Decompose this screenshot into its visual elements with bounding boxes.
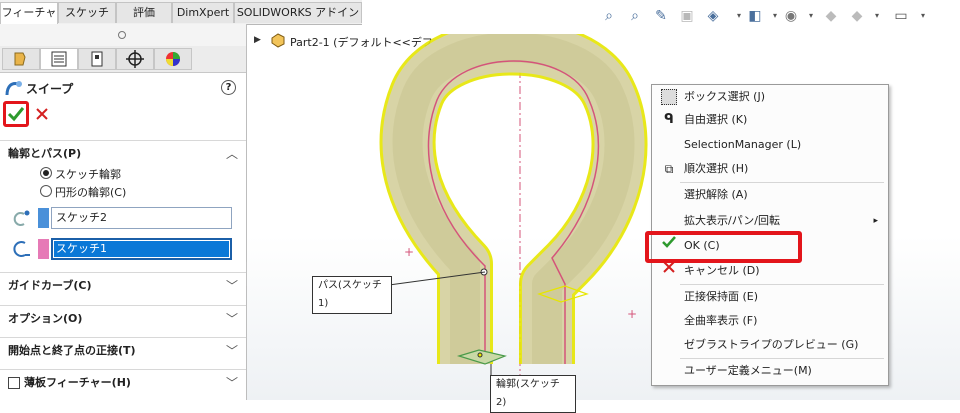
command-tabs: フィーチャー スケッチ 評価 DimXpert SOLIDWORKS アドイン <box>0 0 362 39</box>
path-selection-box[interactable]: スケッチ1 <box>51 238 232 260</box>
crosshair-icon <box>126 50 144 68</box>
color-wheel-icon <box>166 52 180 66</box>
section-title: ガイドカーブ(C) <box>8 279 92 292</box>
zoom-fit-icon[interactable]: ⌕ <box>598 6 620 26</box>
menu-separator <box>680 182 884 183</box>
section-thin-feature[interactable]: 薄板フィーチャー(H) ﹀ <box>0 369 246 395</box>
profile-callout: 輪郭(スケッチ2) <box>490 375 576 413</box>
chevron-down-icon[interactable]: ﹀ <box>226 273 238 299</box>
sweep-icon <box>4 78 24 98</box>
view-orientation-icon[interactable]: ◈ <box>702 6 724 26</box>
hide-show-icon[interactable]: ◉ <box>780 6 802 26</box>
section-profile-path[interactable]: 輪郭とパス(P) ︿ <box>0 140 246 166</box>
chevron-down-icon[interactable]: ▾ <box>800 6 822 26</box>
menu-item-zebra-preview[interactable]: ゼブラストライプのプレビュー (G) <box>652 334 888 356</box>
menu-item-box-select[interactable]: ボックス選択 (J) <box>652 86 888 108</box>
radio-sketch-profile[interactable] <box>40 167 52 179</box>
tab-addins[interactable]: SOLIDWORKS アドイン <box>234 2 362 23</box>
path-icon <box>10 239 32 259</box>
submenu-arrow-icon: ▸ <box>873 216 878 226</box>
scene-icon[interactable]: ◆ <box>846 6 868 26</box>
x-icon <box>660 260 678 282</box>
tab-features[interactable]: フィーチャー <box>0 2 58 39</box>
path-selection-value: スケッチ1 <box>54 241 229 257</box>
menu-item-clear-selection[interactable]: 選択解除 (A) <box>652 184 888 206</box>
radio-circular-profile[interactable] <box>40 185 52 197</box>
radio-sketch-profile-label: スケッチ輪郭 <box>55 168 121 181</box>
chevron-down-icon[interactable]: ﹀ <box>226 370 238 396</box>
chevron-up-icon[interactable]: ︿ <box>226 141 238 167</box>
menu-item-tangent-faces[interactable]: 正接保持面 (E) <box>652 286 888 308</box>
tab-dimxpert[interactable]: DimXpert <box>172 2 234 23</box>
property-manager-tab[interactable] <box>40 48 78 70</box>
menu-item-curvature[interactable]: 全曲率表示 (F) <box>652 310 888 332</box>
section-view-icon[interactable]: ▣ <box>676 6 698 26</box>
menu-item-selection-manager[interactable]: SelectionManager (L) <box>652 134 888 156</box>
svg-text:+: + <box>627 307 637 321</box>
tab-evaluate[interactable]: 評価 <box>116 2 172 23</box>
chevron-down-icon[interactable]: ▾ <box>912 6 934 26</box>
menu-item-sequential-select[interactable]: ⧉ 順次選択 (H) <box>652 158 888 180</box>
feature-title: スイープ <box>26 82 74 96</box>
menu-separator <box>680 284 884 285</box>
menu-separator <box>680 358 884 359</box>
chevron-down-icon[interactable]: ﹀ <box>226 338 238 364</box>
dimxpert-manager-tab[interactable] <box>116 48 154 70</box>
cancel-button[interactable] <box>34 106 50 122</box>
grip-icon <box>118 31 126 39</box>
sequential-select-icon: ⧉ <box>664 162 674 176</box>
ok-highlight-box <box>645 231 802 263</box>
box-select-icon <box>660 86 678 108</box>
feature-tree-icon <box>14 52 26 66</box>
help-icon[interactable]: ? <box>221 80 236 95</box>
menu-item-zoom-pan-rotate[interactable]: 拡大表示/パン/回転 ▸ <box>652 210 888 232</box>
section-title: オプション(O) <box>8 312 83 325</box>
section-title: 開始点と終了点の正接(T) <box>8 344 136 357</box>
section-title: 薄板フィーチャー(H) <box>24 376 131 389</box>
radio-circular-profile-label: 円形の輪郭(C) <box>55 186 127 199</box>
property-list-icon <box>51 51 67 67</box>
x-icon <box>36 108 48 120</box>
menu-item-cancel[interactable]: キャンセル (D) <box>652 260 888 282</box>
zoom-area-icon[interactable]: ⌕ <box>624 6 646 26</box>
view-toolbar: ⌕ ⌕ ✎ ▣ ◈ ▾ ◧ ▾ ◉ ▾ ◆ ◆ ▾ ▭ ▾ <box>362 0 960 34</box>
config-manager-tab[interactable] <box>78 48 116 70</box>
svg-text:+: + <box>404 245 414 259</box>
monitor-icon[interactable]: ▭ <box>890 6 912 26</box>
chevron-down-icon[interactable]: ▾ <box>866 6 888 26</box>
chevron-down-icon[interactable]: ﹀ <box>226 306 238 332</box>
profile-icon <box>10 208 32 228</box>
profile-color-swatch <box>38 208 49 228</box>
config-icon <box>91 51 103 67</box>
ok-button[interactable] <box>3 101 29 127</box>
section-title: 輪郭とパス(P) <box>8 147 82 160</box>
section-guide-curves[interactable]: ガイドカーブ(C) ﹀ <box>0 272 246 298</box>
manager-tabs <box>0 46 246 73</box>
path-callout: パス(スケッチ1) <box>312 276 392 314</box>
section-start-end-tangency[interactable]: 開始点と終了点の正接(T) ﹀ <box>0 337 246 363</box>
menu-item-lasso-select[interactable]: ᑫ 自由選択 (K) <box>652 109 888 131</box>
thin-feature-checkbox[interactable] <box>8 377 20 389</box>
appearance-icon[interactable]: ◆ <box>820 6 842 26</box>
path-color-swatch <box>38 239 49 259</box>
section-options[interactable]: オプション(O) ﹀ <box>0 305 246 331</box>
display-manager-tab[interactable] <box>154 48 192 70</box>
previous-view-icon[interactable]: ✎ <box>650 6 672 26</box>
panel-grip[interactable] <box>0 24 246 46</box>
tab-sketch[interactable]: スケッチ <box>58 2 116 23</box>
menu-item-customize-menu[interactable]: ユーザー定義メニュー(M) <box>652 360 888 382</box>
profile-selection-box[interactable]: スケッチ2 <box>51 207 232 229</box>
lasso-icon: ᑫ <box>664 112 674 127</box>
display-style-icon[interactable]: ◧ <box>744 6 766 26</box>
feature-manager-tab[interactable] <box>2 48 40 70</box>
check-icon <box>7 107 25 122</box>
